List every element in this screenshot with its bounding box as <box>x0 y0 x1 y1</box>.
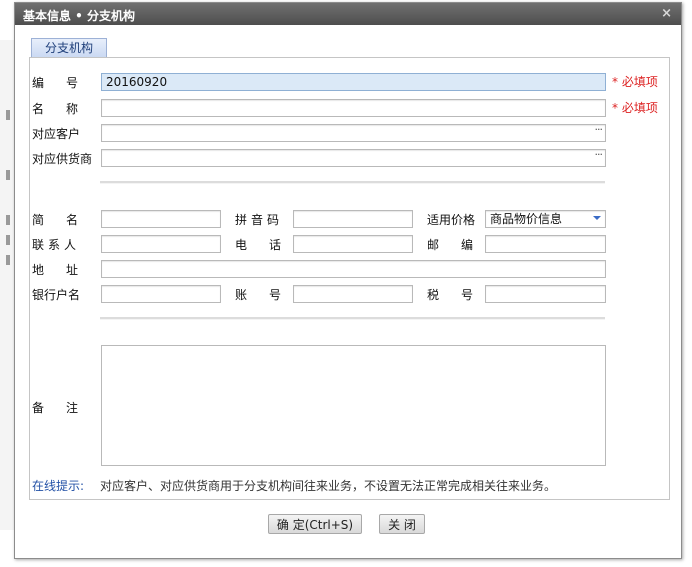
dialog-title: 基本信息 • 分支机构 <box>23 9 136 23</box>
address-label: 地址 <box>32 263 101 277</box>
remark-textarea[interactable] <box>101 345 606 466</box>
code-label: 编号 <box>32 73 80 93</box>
hint-label: 在线提示: <box>32 479 85 493</box>
divider <box>100 317 605 320</box>
tax-input[interactable] <box>485 285 606 303</box>
supplier-label: 对应供货商 <box>32 152 93 166</box>
tab-branch[interactable]: 分支机构 <box>31 38 107 58</box>
price-select[interactable]: 商品物价信息 <box>485 210 606 228</box>
price-selected-value: 商品物价信息 <box>490 212 563 226</box>
remark-label: 备注 <box>32 401 101 415</box>
dialog-titlebar[interactable]: 基本信息 • 分支机构 × <box>15 3 681 25</box>
code-value: 20160920 <box>106 75 168 89</box>
ellipsis-icon[interactable]: ··· <box>595 123 603 136</box>
account-input[interactable] <box>293 285 413 303</box>
zip-input[interactable] <box>485 235 606 253</box>
name-input[interactable] <box>101 99 606 117</box>
code-label-text: 编号 <box>32 76 101 90</box>
code-input[interactable]: 20160920 <box>101 73 606 91</box>
background-mark <box>6 110 10 120</box>
code-required-note: * 必填项 <box>612 75 658 89</box>
phone-input[interactable] <box>293 235 413 253</box>
background-mark <box>6 255 10 265</box>
name-label-text: 名称 <box>32 102 101 116</box>
background-mark <box>6 170 10 180</box>
close-button[interactable]: 关 闭 <box>379 514 425 534</box>
short-name-input[interactable] <box>101 210 221 228</box>
pinyin-label: 拼音码 <box>235 213 284 227</box>
pinyin-input[interactable] <box>293 210 413 228</box>
bank-name-input[interactable] <box>101 285 221 303</box>
bank-name-label: 银行户名 <box>32 288 81 302</box>
hint-text: 对应客户、对应供货商用于分支机构间往来业务，不设置无法正常完成相关往来业务。 <box>100 479 557 493</box>
name-required-note: * 必填项 <box>612 101 658 115</box>
address-input[interactable] <box>101 260 606 278</box>
customer-picker-input[interactable]: ··· <box>101 123 606 142</box>
short-name-label: 简名 <box>32 213 101 227</box>
confirm-button[interactable]: 确 定(Ctrl+S) <box>268 514 362 534</box>
branch-dialog: 基本信息 • 分支机构 × 分支机构 编号 20160920 * 必填项 名称 … <box>14 2 682 559</box>
background-page-edge <box>0 40 14 530</box>
page-root: 基本信息 • 分支机构 × 分支机构 编号 20160920 * 必填项 名称 … <box>0 0 692 567</box>
background-mark <box>6 235 10 245</box>
name-label: 名称 <box>32 99 80 119</box>
close-icon[interactable]: × <box>661 6 672 21</box>
contact-input[interactable] <box>101 235 221 253</box>
chevron-down-icon[interactable] <box>593 216 601 220</box>
price-label: 适用价格 <box>427 213 476 227</box>
ellipsis-icon[interactable]: ··· <box>595 148 603 161</box>
customer-label: 对应客户 <box>32 127 81 141</box>
background-mark <box>6 215 10 225</box>
divider <box>100 181 605 184</box>
contact-label: 联系人 <box>32 238 81 252</box>
supplier-picker-input[interactable]: ··· <box>101 148 606 167</box>
